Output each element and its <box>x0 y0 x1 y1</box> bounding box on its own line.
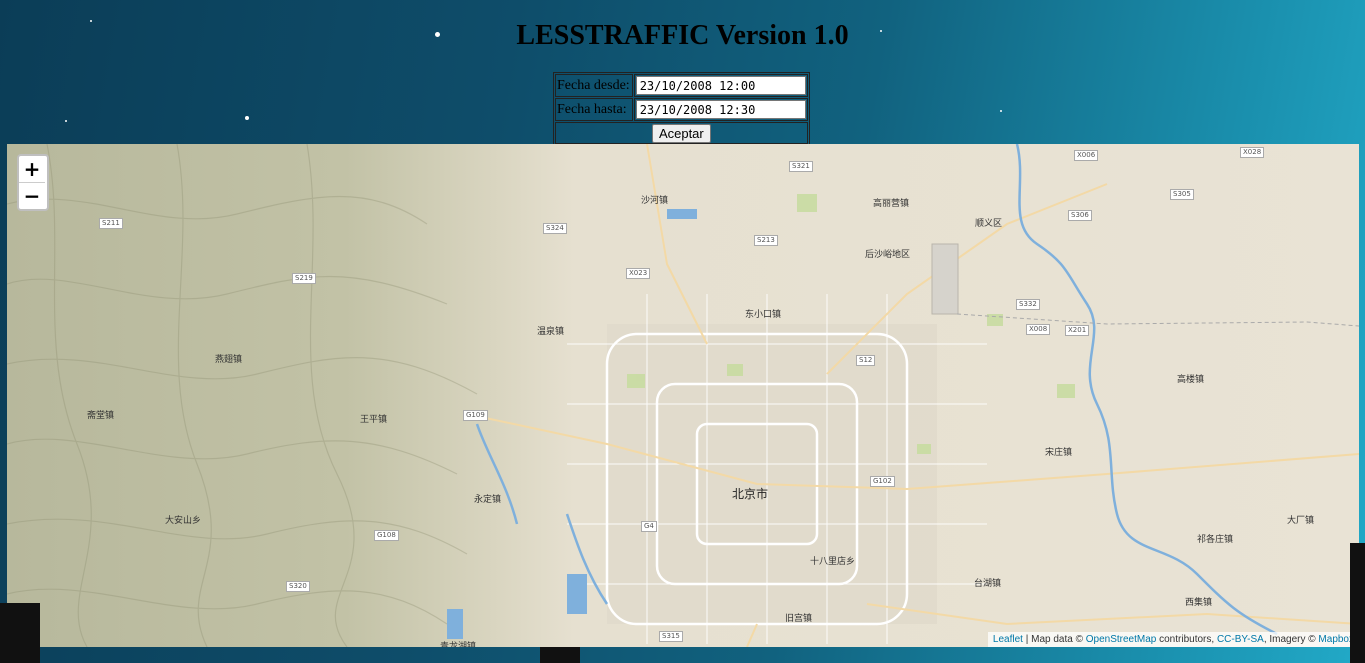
road-label: S320 <box>286 581 310 592</box>
date-from-input[interactable] <box>635 76 806 95</box>
road-label: G4 <box>641 521 657 532</box>
place-label: 王平镇 <box>360 415 388 425</box>
road-label: S315 <box>659 631 683 642</box>
road-label: X201 <box>1065 325 1090 336</box>
osm-link[interactable]: OpenStreetMap <box>1086 634 1157 645</box>
place-label: 旧宫镇 <box>785 614 813 624</box>
date-to-label: Fecha hasta: <box>555 98 633 121</box>
place-label: 高丽营镇 <box>873 199 910 209</box>
skyline-silhouette <box>540 647 580 663</box>
license-link[interactable]: CC-BY-SA <box>1217 634 1264 645</box>
date-range-form: Fecha desde: Fecha hasta: Aceptar <box>553 72 810 146</box>
road-label: S219 <box>292 273 316 284</box>
attribution-text: , Imagery © <box>1263 634 1319 645</box>
place-label: 台湖镇 <box>974 579 1002 589</box>
zoom-control: + − <box>17 154 49 211</box>
mapbox-link[interactable]: Mapbox <box>1318 634 1354 645</box>
road-label: S213 <box>754 235 778 246</box>
place-label: 顺义区 <box>975 219 1003 229</box>
road-label: S321 <box>789 161 813 172</box>
background-star <box>245 116 249 120</box>
road-label: X006 <box>1074 150 1099 161</box>
leaflet-link[interactable]: Leaflet <box>993 634 1023 645</box>
date-to-input[interactable] <box>635 100 806 119</box>
road-label: S324 <box>543 223 567 234</box>
place-label: 燕翅镇 <box>215 355 243 365</box>
place-label: 大安山乡 <box>165 516 202 526</box>
road-label: S332 <box>1016 299 1040 310</box>
road-label: S305 <box>1170 189 1194 200</box>
place-label: 大厂镇 <box>1287 516 1315 526</box>
skyline-silhouette <box>1350 543 1365 663</box>
accept-button[interactable]: Aceptar <box>651 123 711 143</box>
date-from-label: Fecha desde: <box>555 74 633 97</box>
road-label: S12 <box>856 355 876 366</box>
city-label: 北京市 <box>732 487 769 501</box>
place-label: 高楼镇 <box>1177 375 1205 385</box>
place-label: 东小口镇 <box>745 310 782 320</box>
place-label: 斋堂镇 <box>87 411 115 421</box>
place-label: 青龙湖镇 <box>440 642 477 647</box>
road-label: S306 <box>1068 210 1092 221</box>
place-label: 祁各庄镇 <box>1197 535 1234 545</box>
road-label: X008 <box>1026 324 1051 335</box>
skyline-silhouette <box>0 603 40 663</box>
road-label: S211 <box>99 218 123 229</box>
road-label: X028 <box>1240 147 1265 158</box>
road-label: G102 <box>870 476 895 487</box>
road-label: G108 <box>374 530 399 541</box>
zoom-in-button[interactable]: + <box>19 156 45 182</box>
road-label: G109 <box>463 410 488 421</box>
place-label: 温泉镇 <box>537 327 565 337</box>
map-view[interactable]: 沙河镇 高丽营镇 顺义区 后沙峪地区 东小口镇 温泉镇 燕翅镇 王平镇 斋堂镇 … <box>7 144 1359 647</box>
place-label: 西集镇 <box>1185 598 1213 608</box>
place-label: 永定镇 <box>474 495 502 505</box>
zoom-out-button[interactable]: − <box>19 182 45 209</box>
place-label: 十八里店乡 <box>810 557 856 567</box>
road-label: X023 <box>626 268 651 279</box>
page-title: LESSTRAFFIC Version 1.0 <box>516 20 849 51</box>
map-tiles <box>7 144 1359 647</box>
place-label: 后沙峪地区 <box>865 250 911 260</box>
background-star <box>65 120 67 122</box>
attribution-text: contributors, <box>1156 634 1217 645</box>
background-star <box>1000 110 1002 112</box>
map-attribution: Leaflet | Map data © OpenStreetMap contr… <box>987 632 1359 647</box>
attribution-text: | Map data © <box>1022 634 1086 645</box>
place-label: 宋庄镇 <box>1045 448 1073 458</box>
place-label: 沙河镇 <box>641 196 669 206</box>
